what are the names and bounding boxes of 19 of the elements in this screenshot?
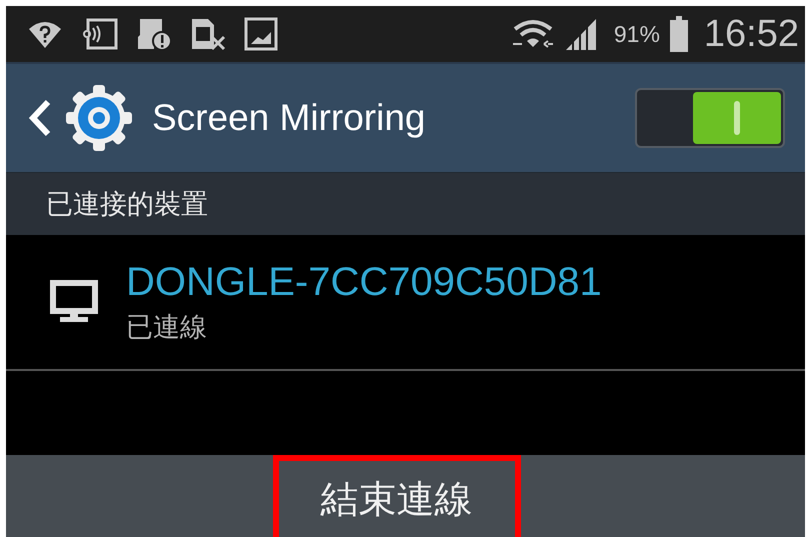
back-icon[interactable] <box>28 98 52 138</box>
toggle-switch[interactable] <box>635 88 785 148</box>
connection-status: 已連線 <box>126 310 208 344</box>
wifi-icon <box>512 18 554 50</box>
disconnect-button[interactable]: 結束連線 <box>272 455 520 537</box>
settings-icon <box>64 83 134 153</box>
sim-card-x-icon <box>190 17 226 51</box>
battery-icon <box>670 16 688 52</box>
cast-icon <box>80 18 118 50</box>
signal-icon <box>564 17 598 51</box>
wifi-question-icon <box>28 19 62 49</box>
screen-title: Screen Mirroring <box>152 97 426 139</box>
battery-percentage: 91% <box>614 20 660 48</box>
device-name: DONGLE-7CC709C50D81 <box>126 260 602 304</box>
image-icon <box>244 17 278 51</box>
section-header: 已連接的裝置 <box>46 188 208 222</box>
sd-card-warning-icon <box>136 17 172 51</box>
monitor-icon <box>50 280 98 324</box>
clock: 16:52 <box>704 12 799 56</box>
